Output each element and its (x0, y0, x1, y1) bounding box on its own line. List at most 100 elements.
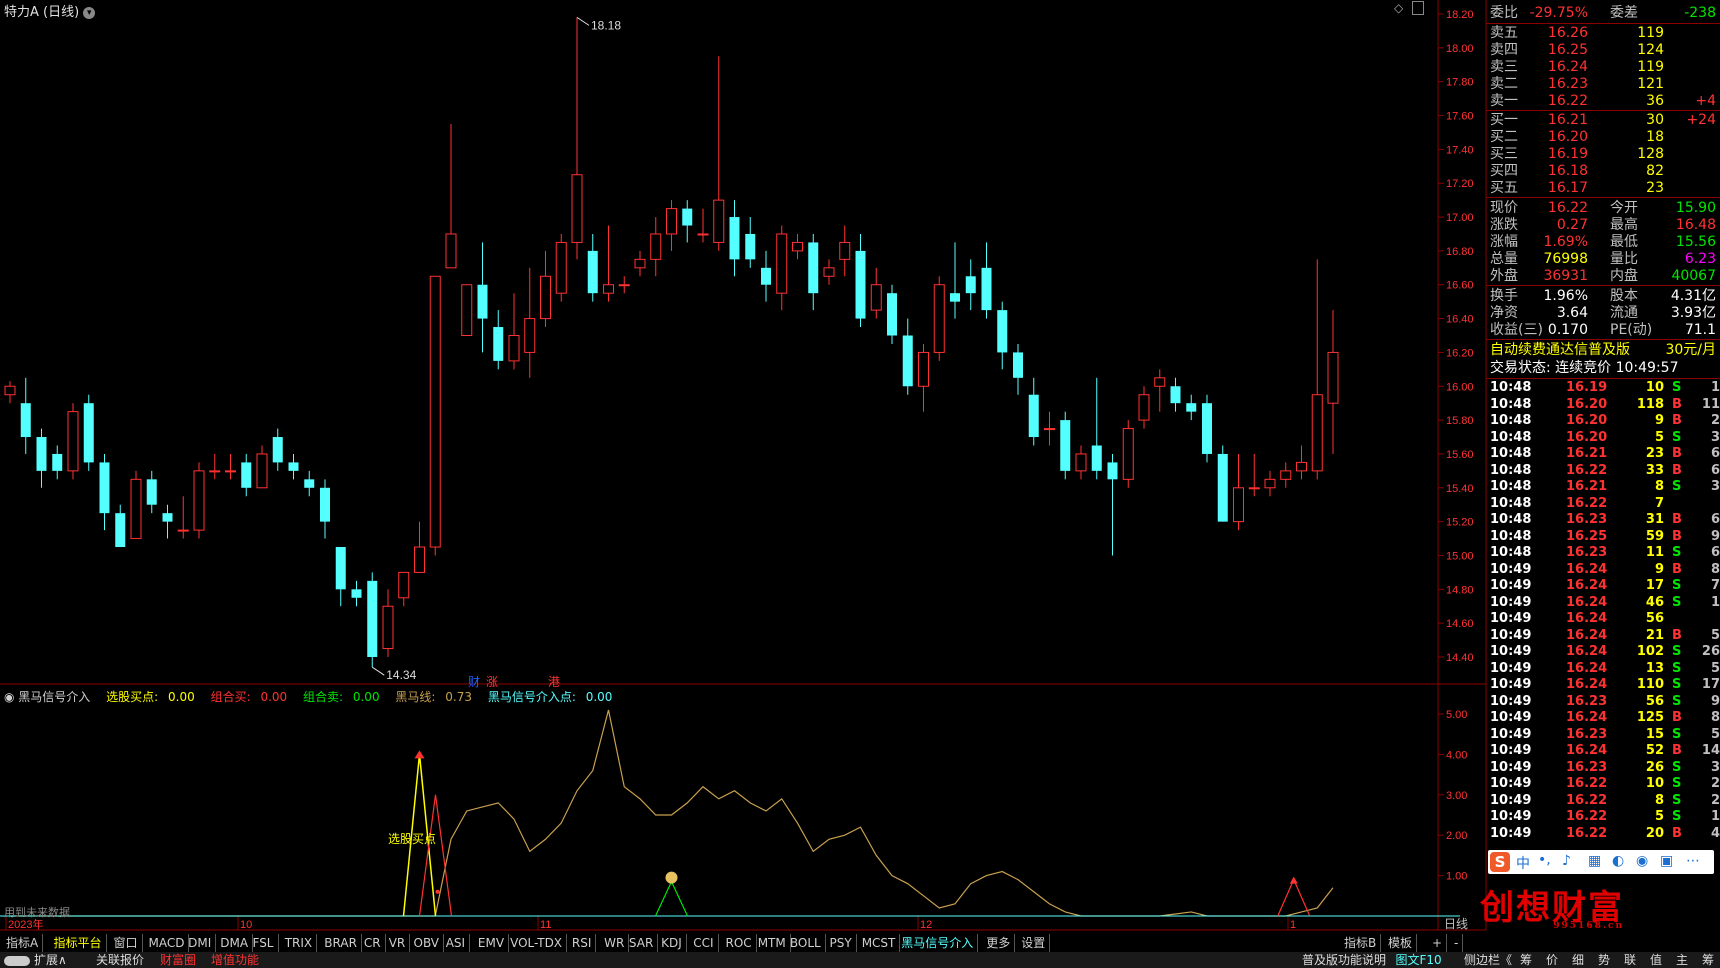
candle-body (335, 547, 346, 590)
tab-26[interactable]: 黑马信号介入 (897, 934, 979, 952)
candle-body (1091, 445, 1102, 471)
tab-4[interactable]: MACD (145, 934, 190, 952)
tab-5[interactable]: DMI (184, 934, 217, 952)
ask-row: 卖二 16.23 121 (1486, 75, 1720, 93)
tick-side: B (1672, 512, 1682, 527)
weibi-value: -29.75% (1529, 5, 1588, 21)
skin-icon[interactable]: ◐ (1612, 853, 1624, 869)
promo-text[interactable]: 自动续费通达信普及版 (1490, 341, 1630, 359)
expand-toggle[interactable]: 扩展∧ (4, 952, 67, 968)
tick-row: 10:48 16.22 33 B 6 (1486, 462, 1720, 480)
status-link-3[interactable]: 增值功能 (211, 952, 259, 968)
candle-body (508, 335, 520, 362)
tick-time: 10:48 (1490, 512, 1532, 527)
kline-chart[interactable]: 18.20 18.00 17.80 17.60 17.40 17.20 17.00 16.80… (0, 0, 1720, 968)
period-label[interactable]: 日线 (1444, 917, 1468, 931)
tab-20[interactable]: CCI (689, 934, 719, 952)
tab-24[interactable]: PSY (826, 934, 857, 952)
price-axis-label: 14.60 (1446, 618, 1474, 630)
ime-toolbar[interactable]: S 中 •, ♪ ▦ ◐ ◉ ▣ ⋯ (1488, 850, 1714, 874)
tab-13[interactable]: ASI (442, 934, 471, 952)
status-right-8[interactable]: 联 (1624, 952, 1636, 968)
tab-12[interactable]: OBV (410, 934, 445, 952)
tab-right-2[interactable]: 模板 (1384, 934, 1418, 952)
tab-16[interactable]: RSI (568, 934, 597, 952)
tab-2[interactable]: 指标平台 (50, 934, 107, 952)
tab-19[interactable]: KDJ (657, 934, 687, 952)
tab-27[interactable]: 更多 (982, 934, 1016, 952)
stat-row: 收益(三) 0.170 PE(动) 71.1 (1486, 321, 1720, 339)
status-right-1[interactable]: 普及版功能说明 (1302, 952, 1386, 968)
ime-mode-icon[interactable]: 中 (1516, 853, 1530, 873)
tick-count: 1 (1710, 594, 1720, 610)
tab-right-1[interactable]: 指标B (1340, 934, 1382, 952)
tick-count: 3 (1710, 759, 1720, 775)
tab-21[interactable]: ROC (722, 934, 757, 952)
price-axis-label: 17.40 (1446, 144, 1474, 156)
tick-volume: 15 (1645, 726, 1664, 742)
stat-label: 最高 (1610, 217, 1638, 233)
tick-count: 8 (1710, 561, 1720, 577)
status-link-1[interactable]: 关联报价 (96, 952, 144, 968)
status-right-4[interactable]: 筹 (1520, 952, 1532, 968)
tab-9[interactable]: BRAR (320, 934, 362, 952)
candle-body (603, 284, 614, 294)
tab-1[interactable]: 指标A (2, 934, 44, 952)
ask-price: 16.23 (1547, 76, 1588, 92)
status-link-2[interactable]: 财富圈 (160, 952, 196, 968)
stat-label: 外盘 (1490, 268, 1518, 284)
price-axis-label: 18.20 (1446, 9, 1474, 21)
bid-change: +24 (1686, 112, 1716, 128)
tick-time: 10:49 (1490, 809, 1532, 824)
tick-row: 10:48 16.23 31 B 6 (1486, 511, 1720, 529)
candle-body (634, 258, 646, 269)
promo-price[interactable]: 30元/月 (1665, 341, 1716, 359)
status-right-6[interactable]: 细 (1572, 952, 1584, 968)
tab-28[interactable]: 设置 (1017, 934, 1051, 952)
candle-body (1138, 394, 1150, 421)
candle-body (729, 217, 740, 260)
ime-dot-icon[interactable]: •, (1538, 852, 1551, 868)
indicator-name[interactable]: ◉ 黑马信号介入 (4, 690, 96, 704)
stat-row: 涨跌 0.27 最高 16.48 (1486, 216, 1720, 234)
tab-15[interactable]: VOL-TDX (506, 934, 568, 952)
status-right-5[interactable]: 价 (1546, 952, 1558, 968)
tab-14[interactable]: EMV (474, 934, 510, 952)
tab-25[interactable]: MCST (858, 934, 901, 952)
candle-body (792, 241, 803, 252)
status-right-7[interactable]: 势 (1598, 952, 1610, 968)
tab-23[interactable]: BOLL (786, 934, 826, 952)
candle-body (933, 284, 945, 353)
tab-18[interactable]: SAR (625, 934, 659, 952)
tick-count: 2 (1710, 792, 1720, 808)
microphone-icon[interactable]: ♪ (1562, 853, 1571, 869)
tab-right-4[interactable]: - (1450, 934, 1464, 952)
tab-10[interactable]: CR (360, 934, 386, 952)
indicator-tabs: 指标A 指标平台 窗口 MACD DMI DMA FSL TRIX BRAR CR VR OBV ASI… (0, 934, 1486, 952)
status-right-9[interactable]: 值 (1650, 952, 1662, 968)
more-icon[interactable]: ⋯ (1686, 853, 1700, 869)
apps-icon[interactable]: ▣ (1660, 853, 1673, 869)
status-right-3[interactable]: 侧边栏《 (1464, 952, 1512, 968)
stat-row: 外盘 36931 内盘 40067 (1486, 267, 1720, 285)
divider (1486, 285, 1720, 286)
stat-value: 1.69% (1543, 234, 1588, 250)
price-axis-label: 16.80 (1446, 246, 1474, 258)
tab-right-3[interactable]: + (1428, 934, 1448, 952)
status-right-2[interactable]: 图文F10 (1396, 952, 1442, 968)
candle-body (177, 529, 189, 532)
tick-volume: 8 (1654, 792, 1664, 808)
status-right-10[interactable]: 主 (1676, 952, 1688, 968)
tab-8[interactable]: TRIX (281, 934, 318, 952)
tab-11[interactable]: VR (385, 934, 411, 952)
game-icon[interactable]: ◉ (1636, 853, 1648, 869)
tab-7[interactable]: FSL (249, 934, 279, 952)
keyboard-icon[interactable]: ▦ (1588, 853, 1601, 869)
toggle-icon[interactable] (4, 955, 30, 966)
tab-3[interactable]: 窗口 (110, 934, 143, 952)
status-right-11[interactable]: 筹 (1702, 952, 1714, 968)
tick-volume: 20 (1645, 825, 1664, 841)
tick-time: 10:48 (1490, 495, 1532, 511)
tick-side: S (1672, 479, 1682, 494)
tick-price: 16.22 (1566, 495, 1608, 511)
